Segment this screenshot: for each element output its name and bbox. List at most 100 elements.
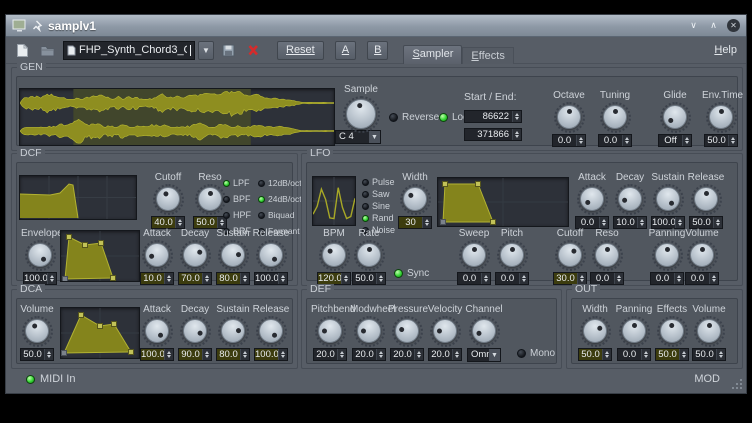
dcf-sustain-knob-spinbox[interactable]: 80.0 (216, 272, 250, 285)
open-preset-button[interactable] (36, 40, 58, 60)
lfo-cutoff-knob-dial[interactable] (551, 240, 589, 270)
out-width-knob-spinbox[interactable]: 50.0 (578, 348, 612, 361)
dcf-envelope-knob-spin-buttons[interactable] (47, 273, 56, 284)
dca-release-knob-dial[interactable] (252, 316, 290, 346)
dca-sustain-knob-dial[interactable] (214, 316, 252, 346)
lfo-rate-knob-dial[interactable] (350, 240, 388, 270)
lfo-sustain-knob-dial[interactable] (649, 184, 687, 214)
save-preset-button[interactable] (217, 40, 239, 60)
dcf-attack-knob-spinbox[interactable]: 10.0 (140, 272, 174, 285)
modwheel-knob-spin-buttons[interactable] (376, 349, 385, 360)
preset-combobox[interactable]: FHP_Synth_Chord3_C Loop1 (63, 41, 195, 60)
velocity-knob[interactable]: Velocity20.0 (426, 304, 464, 361)
dcf-sustain-knob-dial[interactable] (214, 240, 252, 270)
lfo-sustain-knob-spin-buttons[interactable] (675, 217, 684, 228)
b-button[interactable]: B (367, 41, 388, 60)
out-width-knob[interactable]: Width50.0 (576, 304, 614, 361)
dca-decay-knob-spin-buttons[interactable] (202, 349, 211, 360)
dcf-cutoff-knob-dial[interactable] (149, 184, 187, 214)
lfo-attack-knob[interactable]: Attack0.0 (573, 172, 611, 229)
reset-button[interactable]: Reset (277, 41, 324, 60)
lfo-width-knob-spin-buttons[interactable] (422, 217, 431, 228)
pulse-radio[interactable]: Pulse (362, 177, 395, 187)
envtime-knob-spin-buttons[interactable] (728, 135, 737, 146)
out-width-knob-dial[interactable] (576, 316, 614, 346)
lfo-sweep-knob-spin-buttons[interactable] (481, 273, 490, 284)
dcf-decay-knob-dial[interactable] (176, 240, 214, 270)
dcf-sustain-knob-spin-buttons[interactable] (240, 273, 249, 284)
dcf-cutoff-knob-spin-buttons[interactable] (175, 217, 184, 228)
lfo-reso-knob-dial[interactable] (588, 240, 626, 270)
out-effects-knob-dial[interactable] (653, 316, 691, 346)
minimize-button[interactable]: ∨ (687, 19, 700, 32)
dca-attack-knob-spin-buttons[interactable] (164, 349, 173, 360)
out-volume-knob-dial[interactable] (690, 316, 728, 346)
out-effects-knob[interactable]: Effects50.0 (653, 304, 691, 361)
hpf-radio[interactable]: HPF (223, 210, 251, 220)
out-width-knob-spin-buttons[interactable] (602, 349, 611, 360)
lfo-attack-knob-dial[interactable] (573, 184, 611, 214)
dcf-release-knob-spinbox[interactable]: 100.0 (254, 272, 288, 285)
velocity-knob-spin-buttons[interactable] (452, 349, 461, 360)
lfo-sweep-knob-dial[interactable] (455, 240, 493, 270)
lfo-volume-knob-dial[interactable] (683, 240, 721, 270)
lfo-width-knob-spinbox[interactable]: 30 (398, 216, 432, 229)
dca-release-knob-spin-buttons[interactable] (278, 349, 287, 360)
titlebar[interactable]: samplv1 ∨ ∧ ✕ (6, 15, 746, 37)
dca-sustain-knob[interactable]: Sustain80.0 (214, 304, 252, 361)
tuning-knob-spinbox[interactable]: 0.0 (598, 134, 632, 147)
dcf-release-knob-spin-buttons[interactable] (278, 273, 287, 284)
lfo-sweep-knob[interactable]: Sweep0.0 (455, 228, 493, 285)
sample-knob-dial[interactable] (342, 96, 380, 132)
glide-knob-dial[interactable] (656, 102, 694, 132)
dca-decay-knob-dial[interactable] (176, 316, 214, 346)
octave-knob[interactable]: Octave0.0 (550, 90, 588, 147)
lfo-attack-knob-spin-buttons[interactable] (599, 217, 608, 228)
lfo-wave-display[interactable] (312, 176, 356, 226)
lfo-rate-knob-spin-buttons[interactable] (376, 273, 385, 284)
maximize-button[interactable]: ∧ (707, 19, 720, 32)
lfo-release-knob[interactable]: Release50.0 (687, 172, 725, 229)
dca-volume-knob-spinbox[interactable]: 50.0 (20, 348, 54, 361)
help-button[interactable]: Help (714, 44, 741, 56)
slope12-radio[interactable]: 12dB/oct (258, 178, 302, 188)
dca-attack-knob-spinbox[interactable]: 100.0 (140, 348, 174, 361)
slope24-radio[interactable]: 24dB/oct (258, 194, 302, 204)
dcf-attack-knob-spin-buttons[interactable] (164, 273, 173, 284)
lfo-decay-knob-spin-buttons[interactable] (637, 217, 646, 228)
lpf-radio[interactable]: LPF (223, 178, 251, 188)
biquad-radio[interactable]: Biquad (258, 210, 302, 220)
envtime-knob[interactable]: Env.Time50.0 (702, 90, 740, 147)
tab-sampler[interactable]: Sampler (403, 45, 462, 64)
lfo-sustain-knob[interactable]: Sustain100.0 (649, 172, 687, 229)
out-effects-knob-spinbox[interactable]: 50.0 (655, 348, 689, 361)
loop-start-spinbox[interactable]: 86622 (464, 110, 522, 123)
lfo-decay-knob-dial[interactable] (611, 184, 649, 214)
lfo-bpm-knob-dial[interactable] (315, 240, 353, 270)
close-button[interactable]: ✕ (727, 19, 740, 32)
glide-knob[interactable]: GlideOff (656, 90, 694, 147)
preset-dropdown-button[interactable]: ▼ (198, 41, 214, 60)
dcf-filter-display[interactable] (19, 175, 137, 220)
dca-volume-knob[interactable]: Volume50.0 (18, 304, 56, 361)
pitchbend-knob-spinbox[interactable]: 20.0 (313, 348, 347, 361)
dcf-decay-knob[interactable]: Decay70.0 (176, 228, 214, 285)
a-button[interactable]: A (335, 41, 356, 60)
sample-knob[interactable]: Sample (342, 84, 380, 132)
dca-attack-knob-dial[interactable] (138, 316, 176, 346)
channel-knob-dial[interactable] (465, 316, 503, 346)
dcf-envelope-display[interactable] (60, 230, 140, 282)
glide-knob-spinbox[interactable]: Off (658, 134, 692, 147)
octave-knob-spinbox[interactable]: 0.0 (552, 134, 586, 147)
lfo-envelope-display[interactable] (437, 177, 569, 227)
dcf-release-knob[interactable]: Release100.0 (252, 228, 290, 285)
envtime-knob-dial[interactable] (702, 102, 740, 132)
modwheel-knob[interactable]: Modwheel20.0 (350, 304, 388, 361)
tab-effects[interactable]: Effects (462, 47, 513, 64)
channel-knob[interactable]: ChannelOmni▼ (465, 304, 503, 362)
dca-attack-knob[interactable]: Attack100.0 (138, 304, 176, 361)
out-volume-knob-spinbox[interactable]: 50.0 (692, 348, 726, 361)
modwheel-knob-dial[interactable] (350, 316, 388, 346)
dcf-decay-knob-spinbox[interactable]: 70.0 (178, 272, 212, 285)
pressure-knob-spin-buttons[interactable] (414, 349, 423, 360)
